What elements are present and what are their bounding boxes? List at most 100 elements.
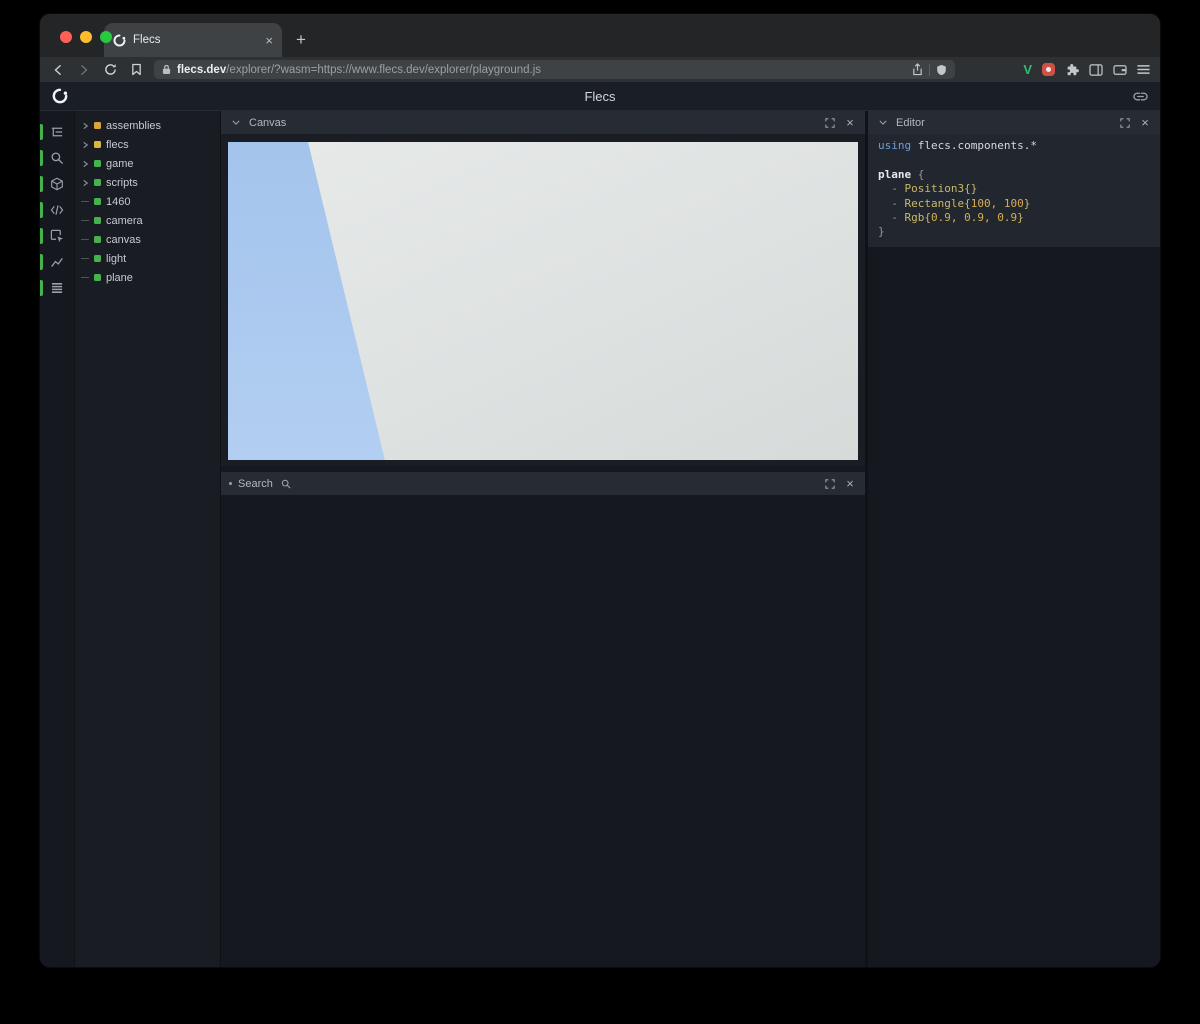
sidebar-item-charts[interactable] [40,249,74,275]
forward-button[interactable] [76,62,92,78]
tree-guide-line [81,258,89,259]
code-icon [50,204,64,216]
viewport-sky [228,142,858,460]
extension-v-icon[interactable]: V [1023,62,1032,77]
sidebar-item-inspector[interactable] [40,223,74,249]
active-indicator [40,150,43,166]
canvas-panel-body [221,134,865,466]
browser-toolbar: flecs.dev/explorer/?wasm=https://www.fle… [40,57,1160,82]
inspector-cursor-icon [50,229,64,243]
tree-guide-line [81,239,89,240]
extension-icons: V [1023,62,1150,77]
expand-icon[interactable] [823,477,837,491]
url-text: flecs.dev/explorer/?wasm=https://www.fle… [177,64,906,76]
entity-color-square [94,198,101,205]
chart-icon [50,255,64,269]
entity-color-square [94,179,101,186]
flecs-favicon [113,34,126,47]
chevron-right-icon[interactable] [81,141,89,149]
puzzle-extensions-icon[interactable] [1065,63,1079,77]
entity-tree-icon [50,125,64,139]
expand-icon[interactable] [1118,116,1132,130]
tree-item[interactable]: scripts [75,173,220,192]
new-tab-button[interactable]: + [296,31,306,48]
search-icon [50,151,64,165]
tree-item-label: canvas [106,234,141,246]
code-line: } [878,225,1150,239]
window-controls [60,31,112,43]
url-domain: flecs.dev [177,64,226,76]
share-icon[interactable] [912,63,923,76]
tree-item-label: scripts [106,177,138,189]
chevron-down-icon[interactable] [229,116,243,130]
minimize-window-button[interactable] [80,31,92,43]
zoom-window-button[interactable] [100,31,112,43]
code-line: - Position3{} [878,182,1150,196]
sidebar-item-search[interactable] [40,145,74,171]
active-indicator [40,280,43,296]
browser-window: Flecs × + flecs.dev/explorer/?wasm=https… [40,14,1160,967]
extension-red-icon[interactable] [1042,63,1055,76]
chevron-right-icon[interactable] [81,122,89,130]
entity-color-square [94,274,101,281]
close-icon[interactable]: × [843,116,857,130]
chevron-down-icon[interactable] [876,116,890,130]
tree-item[interactable]: light [75,249,220,268]
editor-column: Editor × using flecs.components.* plane … [868,111,1160,967]
browser-tab[interactable]: Flecs × [104,23,282,57]
expand-icon[interactable] [823,116,837,130]
tree-item-label: flecs [106,139,129,151]
sidebar-item-code[interactable] [40,197,74,223]
tree-item[interactable]: assemblies [75,116,220,135]
entity-color-square [94,236,101,243]
tree-item[interactable]: camera [75,211,220,230]
wallet-icon[interactable] [1113,64,1127,76]
address-bar[interactable]: flecs.dev/explorer/?wasm=https://www.fle… [154,60,955,79]
tree-item[interactable]: canvas [75,230,220,249]
search-panel-body [221,495,865,967]
url-path: /explorer/?wasm=https://www.flecs.dev/ex… [226,64,541,76]
tree-item[interactable]: flecs [75,135,220,154]
3d-viewport[interactable] [228,142,858,460]
entity-color-square [94,160,101,167]
app-title: Flecs [40,89,1160,104]
tree-item[interactable]: plane [75,268,220,287]
entity-color-square [94,141,101,148]
active-indicator [40,228,43,244]
back-button[interactable] [50,62,66,78]
tree-item[interactable]: game [75,154,220,173]
code-line: - Rectangle{100, 100} [878,197,1150,211]
tree-item-label: assemblies [106,120,161,132]
close-icon[interactable]: × [843,477,857,491]
sidebar-item-entities[interactable] [40,119,74,145]
tree-guide-line [81,277,89,278]
tree-panel: assemblies flecs game scripts 1460 [75,111,221,967]
menu-icon[interactable] [1137,64,1150,75]
stats-rows-icon [50,282,64,294]
magnifier-icon[interactable] [279,477,293,491]
close-icon[interactable]: × [1138,116,1152,130]
brave-shield-icon[interactable] [936,64,947,76]
active-indicator [40,254,43,270]
chevron-right-icon[interactable] [81,179,89,187]
editor-code[interactable]: using flecs.components.* plane { - Posit… [868,134,1160,247]
tree-item-label: plane [106,272,133,284]
close-window-button[interactable] [60,31,72,43]
sidebar-item-components[interactable] [40,171,74,197]
bullet-icon [229,482,232,485]
chevron-right-icon[interactable] [81,160,89,168]
sidebar-toggle-icon[interactable] [1089,64,1103,76]
entity-color-square [94,122,101,129]
lock-icon [162,64,171,75]
bookmark-icon[interactable] [128,62,144,78]
tab-close-icon[interactable]: × [265,34,273,47]
code-line: - Rgb{0.9, 0.9, 0.9} [878,211,1150,225]
code-line: using flecs.components.* [878,139,1150,153]
app-content: assemblies flecs game scripts 1460 [40,111,1160,967]
search-panel-title: Search [238,478,273,490]
canvas-panel-title: Canvas [249,117,286,129]
tab-title: Flecs [133,34,258,46]
reload-button[interactable] [102,62,118,78]
tree-item[interactable]: 1460 [75,192,220,211]
sidebar-item-stats[interactable] [40,275,74,301]
